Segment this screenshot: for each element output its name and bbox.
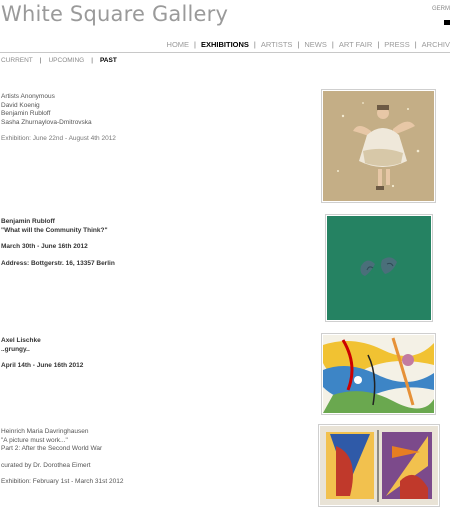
nav-art-fair[interactable]: ART FAIR [339,40,372,49]
nav-artists[interactable]: ARTISTS [261,40,293,49]
exhibition-date: March 30th - June 16th 2012 [1,243,88,250]
painting-dancing-figure-icon [323,91,434,201]
artist-name[interactable]: Benjamin Rubloff [1,110,116,119]
sub-nav: CURRENT | UPCOMING | PAST [1,57,117,64]
nav-separator: | [414,40,417,49]
exhibition-thumbnail[interactable] [321,333,436,415]
artist-name[interactable]: David Koenig [1,102,116,111]
exhibition-subtitle: Part 2: After the Second World War [1,445,103,452]
painting-green-shapes-icon [327,216,431,320]
subnav-past[interactable]: PAST [100,57,117,64]
nav-separator: | [331,40,334,49]
subnav-separator: | [39,57,42,64]
artist-name[interactable]: Heinrich Maria Davringhausen [1,428,123,437]
language-switch[interactable]: GERM [432,6,450,12]
nav-press[interactable]: PRESS [384,40,409,49]
exhibition-thumbnail[interactable] [318,424,440,507]
exhibition-date: April 14th - June 16th 2012 [1,362,84,369]
exhibition-date: Exhibition: June 22nd - August 4th 2012 [1,135,116,142]
nav-separator: | [297,40,300,49]
artist-name[interactable]: Artists Anonymous [1,93,116,102]
artist-name[interactable]: Benjamin Rubloff [1,218,115,227]
gallery-logo[interactable]: White Square Gallery [1,2,228,26]
nav-home[interactable]: HOME [167,40,190,49]
flag-icon[interactable] [444,20,450,25]
exhibition-entry: Axel Lischke ..grungy.. April 14th - Jun… [1,337,83,371]
artist-name[interactable]: Axel Lischke [1,337,83,346]
nav-exhibitions[interactable]: EXHIBITIONS [201,40,249,49]
subnav-current[interactable]: CURRENT [1,57,33,64]
exhibition-title[interactable]: "What will the Community Think?" [1,227,115,236]
exhibition-address: Address: Bottgerstr. 16, 13357 Berlin [1,259,115,267]
exhibition-entry: Artists Anonymous David Koenig Benjamin … [1,93,116,144]
nav-separator: | [377,40,380,49]
painting-colorful-abstract-icon [323,335,434,413]
subnav-upcoming[interactable]: UPCOMING [48,57,84,64]
nav-archiv[interactable]: ARCHIV [422,40,450,49]
main-nav: HOME | EXHIBITIONS | ARTISTS | NEWS | ART FAIR | P… [167,40,450,49]
artist-name[interactable]: Sasha Zhurnaylova-Dmitrovska [1,119,116,128]
exhibition-entry: Heinrich Maria Davringhausen "A picture … [1,428,123,487]
exhibition-thumbnail[interactable] [325,214,433,322]
exhibition-entry: Benjamin Rubloff "What will the Communit… [1,218,115,268]
exhibition-thumbnail[interactable] [321,89,436,203]
header-divider [0,52,450,53]
exhibition-title[interactable]: ..grungy.. [1,346,83,355]
painting-geometric-shapes-icon [320,426,438,505]
nav-separator: | [194,40,196,49]
exhibition-curator: curated by Dr. Dorothea Eimert [1,461,91,469]
exhibition-title[interactable]: "A picture must work..." [1,437,123,446]
nav-separator: | [253,40,256,49]
nav-news[interactable]: NEWS [304,40,327,49]
exhibition-date: Exhibition: February 1st - March 31st 20… [1,478,124,485]
subnav-separator: | [91,57,93,64]
